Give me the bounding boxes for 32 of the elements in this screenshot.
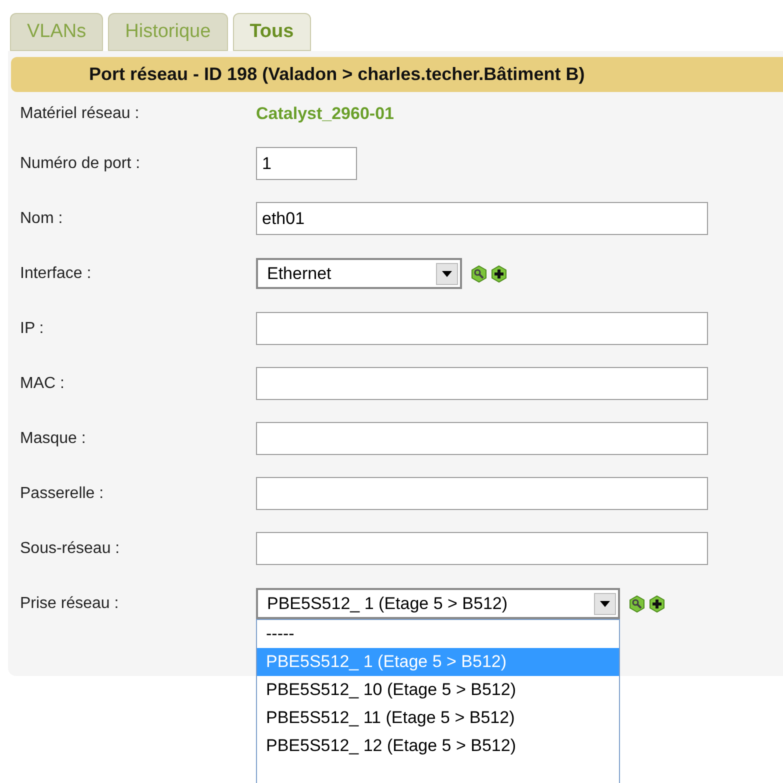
caret-icon [442,270,452,276]
field-label: Sous-réseau : [20,538,121,558]
dropdown-option[interactable]: ----- [257,620,619,648]
field-label: IP : [20,318,45,338]
search-icon[interactable] [470,264,488,282]
dropdown-option[interactable]: PBE5S512_ 10 (Etage 5 > B512) [257,676,619,704]
field-label: Numéro de port : [20,154,142,174]
field-label: Interface : [20,264,92,284]
field-label: Prise réseau : [20,594,120,614]
input-field[interactable] [256,312,708,345]
caret-icon [600,600,610,606]
field-label: MAC : [20,374,66,394]
dropdown-option[interactable]: PBE5S512_ 12 (Etage 5 > B512) [257,732,619,760]
input-field[interactable] [256,367,708,400]
field-label: Passerelle : [20,484,105,504]
field-label: Matériel réseau : [20,104,140,124]
add-icon[interactable] [648,594,666,612]
field-label: Nom : [20,208,64,228]
search-icon[interactable] [628,594,646,612]
dropdown-option[interactable]: PBE5S512_ 11 (Etage 5 > B512) [257,704,619,732]
field-label: Masque : [20,428,87,448]
dropdown-arrow-button[interactable] [594,592,616,614]
input-field[interactable] [256,532,708,565]
input-field[interactable]: eth01 [256,202,708,235]
select-field[interactable]: PBE5S512_ 1 (Etage 5 > B512) [256,588,620,619]
dropdown-arrow-button[interactable] [436,262,458,284]
input-field[interactable] [256,422,708,455]
input-field[interactable]: 1 [256,147,357,180]
input-field[interactable] [256,477,708,510]
add-icon[interactable] [490,264,508,282]
select-field[interactable]: Ethernet [256,258,462,289]
panel-header: Port réseau - ID 198 (Valadon > charles.techer.Bâtiment B) [11,57,783,92]
